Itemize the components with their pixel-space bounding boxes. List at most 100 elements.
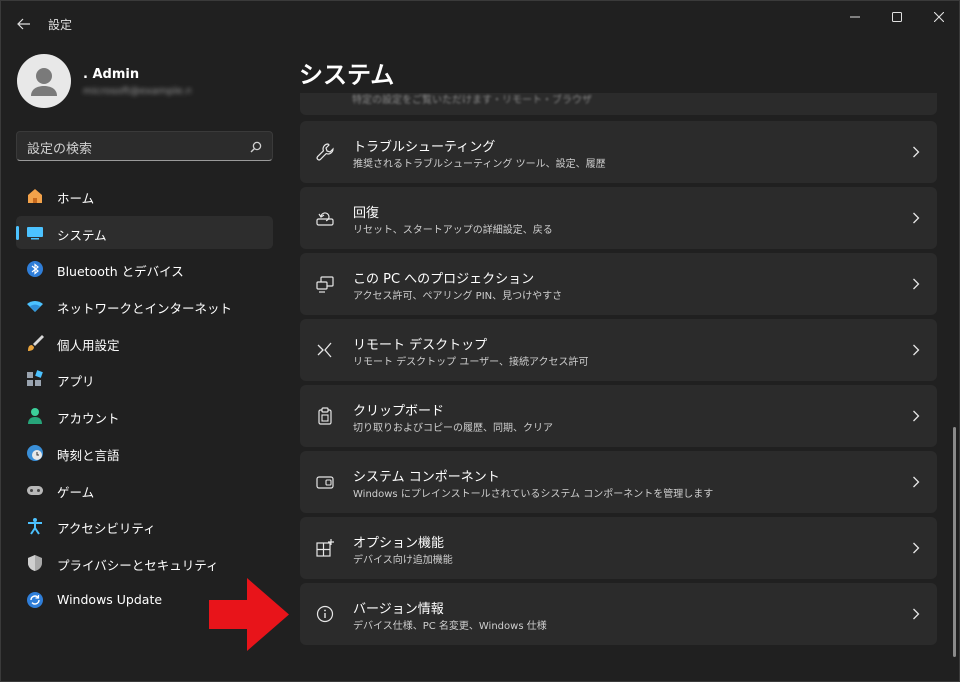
brush-icon: [26, 334, 44, 352]
optional-features-icon: [314, 537, 336, 559]
remote-desktop-icon: [314, 339, 336, 361]
recovery-icon: [314, 207, 336, 229]
sidebar-item-apps[interactable]: アプリ: [16, 362, 273, 395]
title-bar: 設定: [1, 1, 959, 45]
sidebar-item-system[interactable]: システム: [16, 215, 273, 249]
user-icon: [31, 68, 57, 96]
partially-hidden-card[interactable]: 特定の設定をご覧いただけます・リモート・ブラウザ: [300, 93, 937, 115]
maximize-icon: [892, 12, 902, 22]
maximize-button[interactable]: [876, 3, 918, 31]
card-title: オプション機能: [353, 536, 445, 551]
card-remote-desktop[interactable]: リモート デスクトップ リモート デスクトップ ユーザー、接続アクセス許可: [300, 319, 937, 381]
close-icon: [934, 12, 944, 22]
card-subtitle: デバイス仕様、PC 名変更、Windows 仕様: [353, 621, 547, 632]
card-recovery[interactable]: 回復 リセット、スタートアップの詳細設定、戻る: [300, 187, 937, 249]
settings-window: 設定 . Admin microsoft@example.net 設定の検索 ホ…: [0, 0, 960, 682]
card-subtitle: リモート デスクトップ ユーザー、接続アクセス許可: [353, 357, 589, 368]
apps-icon: [26, 370, 44, 388]
chevron-right-icon: [911, 341, 921, 359]
info-icon: [314, 603, 336, 625]
back-button[interactable]: [11, 11, 37, 37]
card-projection[interactable]: この PC へのプロジェクション アクセス許可、ペアリング PIN、見つけやすさ: [300, 253, 937, 315]
card-subtitle: Windows にプレインストールされているシステム コンポーネントを管理します: [353, 489, 714, 500]
sidebar-item-label: アクセシビリティ: [57, 521, 156, 537]
system-icon: [26, 224, 44, 242]
page-title: システム: [299, 61, 395, 89]
chevron-right-icon: [911, 605, 921, 623]
user-email: microsoft@example.net: [83, 86, 191, 97]
sidebar-item-time-language[interactable]: 時刻と言語: [16, 436, 273, 469]
user-name: . Admin: [83, 67, 140, 82]
chevron-right-icon: [911, 143, 921, 161]
bluetooth-icon: [26, 260, 44, 278]
chevron-right-icon: [911, 407, 921, 425]
search-input[interactable]: 設定の検索: [27, 138, 92, 157]
card-clipboard[interactable]: クリップボード 切り取りおよびコピーの履歴、同期、クリア: [300, 385, 937, 447]
card-title: クリップボード: [353, 404, 445, 419]
scrollbar[interactable]: [953, 427, 956, 657]
sidebar-item-label: Bluetooth とデバイス: [57, 264, 184, 280]
card-subtitle: アクセス許可、ペアリング PIN、見つけやすさ: [353, 291, 563, 302]
chevron-right-icon: [911, 275, 921, 293]
sidebar-item-bluetooth[interactable]: Bluetooth とデバイス: [16, 252, 273, 285]
chevron-right-icon: [911, 473, 921, 491]
card-subtitle: 切り取りおよびコピーの履歴、同期、クリア: [353, 423, 553, 434]
time-language-icon: [26, 444, 44, 462]
sidebar-item-network[interactable]: ネットワークとインターネット: [16, 289, 273, 322]
sidebar-item-accessibility[interactable]: アクセシビリティ: [16, 509, 273, 542]
sidebar-nav: ホーム システム Bluetooth とデバイス ネットワークとインターネット …: [16, 179, 273, 619]
card-subtitle: リセット、スタートアップの詳細設定、戻る: [353, 225, 553, 236]
projection-icon: [314, 273, 336, 295]
card-system-components[interactable]: システム コンポーネント Windows にプレインストールされているシステム …: [300, 451, 937, 513]
sidebar-item-label: ゲーム: [57, 484, 95, 500]
minimize-icon: [850, 16, 860, 18]
sidebar-item-label: プライバシーとセキュリティ: [57, 557, 219, 573]
back-arrow-icon: [17, 18, 30, 30]
minimize-button[interactable]: [834, 3, 876, 31]
accessibility-icon: [26, 517, 44, 535]
card-title: この PC へのプロジェクション: [353, 272, 535, 287]
sidebar-item-personalization[interactable]: 個人用設定: [16, 326, 273, 359]
windows-update-icon: [26, 591, 44, 609]
search-icon[interactable]: [249, 140, 263, 154]
red-arrow-annotation-icon: [209, 578, 289, 651]
card-about[interactable]: バージョン情報 デバイス仕様、PC 名変更、Windows 仕様: [300, 583, 937, 645]
sidebar-item-label: 個人用設定: [57, 337, 120, 353]
sidebar-item-label: Windows Update: [57, 591, 163, 607]
system-components-icon: [314, 471, 336, 493]
chevron-right-icon: [911, 209, 921, 227]
gamepad-icon: [26, 481, 44, 499]
sidebar-item-label: システム: [57, 227, 107, 243]
card-subtitle: デバイス向け追加機能: [353, 555, 453, 566]
sidebar-item-label: アカウント: [57, 411, 120, 427]
wifi-icon: [26, 297, 44, 315]
chevron-right-icon: [911, 539, 921, 557]
card-title: 回復: [353, 206, 380, 221]
shield-icon: [26, 554, 44, 572]
sidebar-item-accounts[interactable]: アカウント: [16, 399, 273, 432]
settings-search[interactable]: 設定の検索: [16, 131, 273, 161]
account-icon: [26, 407, 44, 425]
sidebar-item-home[interactable]: ホーム: [16, 179, 273, 212]
sidebar-item-label: ホーム: [57, 191, 95, 206]
app-title: 設定: [48, 18, 73, 32]
sidebar-item-gaming[interactable]: ゲーム: [16, 473, 273, 506]
avatar[interactable]: [17, 54, 71, 108]
card-optional-features[interactable]: オプション機能 デバイス向け追加機能: [300, 517, 937, 579]
clipboard-icon: [314, 405, 336, 427]
sidebar-item-label: ネットワークとインターネット: [57, 301, 233, 317]
card-title: バージョン情報: [353, 602, 444, 617]
settings-card-list: トラブルシューティング 推奨されるトラブルシューティング ツール、設定、履歴 回…: [300, 121, 937, 649]
card-title: リモート デスクトップ: [353, 338, 488, 353]
sidebar-item-label: アプリ: [57, 374, 95, 390]
card-troubleshoot[interactable]: トラブルシューティング 推奨されるトラブルシューティング ツール、設定、履歴: [300, 121, 937, 183]
home-icon: [26, 187, 44, 205]
wrench-icon: [314, 141, 336, 163]
sidebar-item-privacy[interactable]: プライバシーとセキュリティ: [16, 546, 273, 579]
card-title: トラブルシューティング: [353, 140, 496, 155]
card-subtitle: 推奨されるトラブルシューティング ツール、設定、履歴: [353, 159, 606, 170]
close-button[interactable]: [918, 3, 960, 31]
card-title: システム コンポーネント: [353, 470, 500, 485]
sidebar-item-label: 時刻と言語: [57, 447, 120, 463]
partially-hidden-card-subtitle: 特定の設定をご覧いただけます・リモート・ブラウザ: [352, 95, 592, 106]
